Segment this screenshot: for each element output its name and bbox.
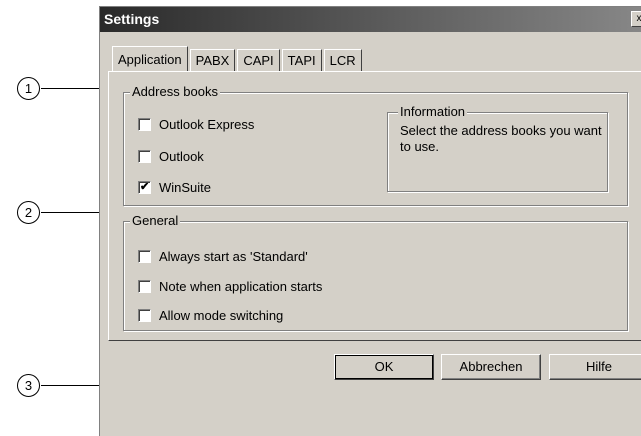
tab-tapi[interactable]: TAPI xyxy=(282,49,322,71)
callout-3: 3 xyxy=(17,374,41,398)
checkbox-label: WinSuite xyxy=(159,180,211,195)
cancel-button[interactable]: Abbrechen xyxy=(441,354,541,380)
checkbox-label: Outlook xyxy=(159,149,204,164)
general-group: General Always start as 'Standard' Note … xyxy=(123,221,628,331)
title-bar[interactable]: Settings xyxy=(100,7,641,32)
callout-number: 1 xyxy=(17,77,40,100)
tab-application[interactable]: Application xyxy=(112,46,188,71)
settings-dialog: Settings x Application PABX CAPI TAPI LC… xyxy=(99,6,641,436)
tab-panel-application: Address books Outlook Express Outlook ✔ … xyxy=(108,71,641,341)
tab-pabx[interactable]: PABX xyxy=(190,49,236,71)
tab-lcr[interactable]: LCR xyxy=(324,49,362,71)
always-start-standard-checkbox[interactable]: Always start as 'Standard' xyxy=(138,248,308,264)
note-when-starts-checkbox[interactable]: Note when application starts xyxy=(138,278,322,294)
outlook-express-checkbox[interactable]: Outlook Express xyxy=(138,116,254,132)
winsuite-checkbox[interactable]: ✔ WinSuite xyxy=(138,179,211,195)
tab-capi[interactable]: CAPI xyxy=(237,49,279,71)
address-books-legend: Address books xyxy=(130,84,220,100)
callout-number: 2 xyxy=(17,201,40,224)
information-legend: Information xyxy=(398,104,467,120)
checkbox-box[interactable] xyxy=(138,118,151,131)
address-books-group: Address books Outlook Express Outlook ✔ … xyxy=(123,92,628,206)
ok-button[interactable]: OK xyxy=(334,354,434,380)
checkbox-label: Note when application starts xyxy=(159,279,322,294)
checkbox-label: Allow mode switching xyxy=(159,308,283,323)
information-group: Information Select the address books you… xyxy=(387,112,608,192)
dialog-title: Settings xyxy=(104,11,159,27)
checkbox-box[interactable] xyxy=(138,250,151,263)
tab-strip: Application PABX CAPI TAPI LCR xyxy=(112,49,364,72)
close-button[interactable]: x xyxy=(631,11,641,27)
outlook-checkbox[interactable]: Outlook xyxy=(138,148,204,164)
checkbox-box[interactable] xyxy=(138,309,151,322)
close-icon: x xyxy=(637,13,641,24)
checkbox-box[interactable]: ✔ xyxy=(138,181,151,194)
callout-1: 1 xyxy=(17,77,41,101)
checkbox-label: Outlook Express xyxy=(159,117,254,132)
general-legend: General xyxy=(130,213,180,229)
help-button[interactable]: Hilfe xyxy=(549,354,641,380)
checkmark-icon: ✔ xyxy=(140,182,149,193)
checkbox-box[interactable] xyxy=(138,150,151,163)
allow-mode-switching-checkbox[interactable]: Allow mode switching xyxy=(138,307,283,323)
callout-2: 2 xyxy=(17,201,41,225)
checkbox-label: Always start as 'Standard' xyxy=(159,249,308,264)
checkbox-box[interactable] xyxy=(138,280,151,293)
information-text: Select the address books you want to use… xyxy=(400,123,610,155)
callout-number: 3 xyxy=(17,374,40,397)
